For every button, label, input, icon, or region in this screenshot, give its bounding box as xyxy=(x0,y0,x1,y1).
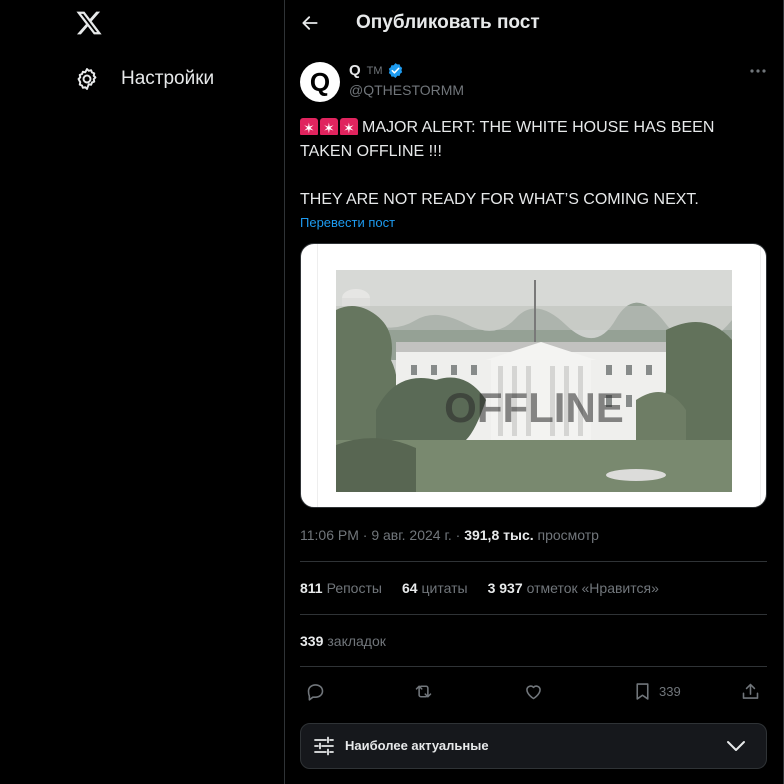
like-button[interactable] xyxy=(523,680,544,702)
translate-link[interactable]: Перевести пост xyxy=(300,215,395,230)
page-header: Опубликовать пост xyxy=(285,0,783,46)
bookmarks-stat[interactable]: 339 закладок xyxy=(300,633,386,649)
post-time[interactable]: 11:06 PM xyxy=(300,527,359,543)
media-edge xyxy=(317,244,318,507)
post-meta: 11:06 PM · 9 авг. 2024 г. · 391,8 тыс. п… xyxy=(300,527,599,543)
sidebar-item-settings[interactable]: Настройки xyxy=(74,66,214,92)
bookmark-icon xyxy=(636,682,649,700)
quotes-stat[interactable]: 64 цитаты xyxy=(402,580,468,596)
bookmark-button[interactable]: 339 xyxy=(632,680,681,702)
engagement-stats: 811 Репосты 64 цитаты 3 937 отметок «Нравит… xyxy=(300,580,659,596)
divider xyxy=(300,614,767,615)
reposts-stat[interactable]: 811 Репосты xyxy=(300,580,382,596)
author-tm: TM xyxy=(366,64,383,77)
media-edge xyxy=(760,244,761,507)
tune-icon xyxy=(314,736,334,756)
avatar[interactable]: Q xyxy=(300,62,340,102)
like-icon xyxy=(526,684,541,699)
media-overlay-text: OFFLINE xyxy=(444,384,624,431)
main-column: Опубликовать пост Q Q TM @QTHESTORMM MAJ… xyxy=(285,0,783,784)
verified-badge-icon xyxy=(388,63,402,78)
repost-button[interactable] xyxy=(413,680,434,702)
post-text: MAJOR ALERT: THE WHITE HOUSE HAS BEEN TA… xyxy=(300,116,740,212)
quotes-count: 64 xyxy=(401,580,418,596)
left-sidebar: Настройки xyxy=(0,0,284,784)
chevron-down-icon xyxy=(727,741,745,751)
page-title: Опубликовать пост xyxy=(356,12,540,33)
meta-sep: · xyxy=(455,527,465,543)
white-house-photo: OFFLINE xyxy=(336,270,732,492)
author-handle[interactable]: @QTHESTORMM xyxy=(349,82,464,98)
author-line: Q TM xyxy=(349,62,404,79)
reply-icon xyxy=(307,683,324,701)
share-icon xyxy=(742,683,759,699)
sort-label: Наиболее актуальные xyxy=(345,738,489,753)
post-text-line2: THEY ARE NOT READY FOR WHAT’S COMING NEX… xyxy=(300,191,699,208)
siren-icon xyxy=(300,116,358,140)
gear-icon xyxy=(77,68,97,90)
likes-count: 3 937 xyxy=(487,580,523,596)
sidebar-item-label: Настройки xyxy=(121,68,215,89)
author-name[interactable]: Q xyxy=(349,62,361,79)
post-media[interactable]: OFFLINE xyxy=(300,243,767,508)
reply-button[interactable] xyxy=(305,680,326,702)
back-arrow-icon[interactable] xyxy=(300,13,320,33)
x-logo-icon[interactable] xyxy=(74,9,104,37)
views-label: просмотр xyxy=(537,527,599,543)
action-bar: 339 xyxy=(300,680,767,704)
bookmarks-count: 339 xyxy=(300,633,324,649)
quotes-label: цитаты xyxy=(421,580,468,596)
share-button[interactable] xyxy=(740,680,761,702)
sort-replies-dropdown[interactable]: Наиболее актуальные xyxy=(300,723,767,769)
likes-label: отметок «Нравится» xyxy=(526,580,659,596)
reposts-count: 811 xyxy=(300,580,323,596)
more-icon[interactable] xyxy=(749,64,767,78)
repost-icon xyxy=(415,684,432,698)
divider xyxy=(300,561,767,562)
avatar-letter: Q xyxy=(309,66,331,97)
likes-stat[interactable]: 3 937 отметок «Нравится» xyxy=(488,580,659,596)
bookmarks-label: закладок xyxy=(327,633,386,649)
bookmark-count: 339 xyxy=(659,683,681,699)
post-date[interactable]: 9 авг. 2024 г. xyxy=(371,527,451,543)
reposts-label: Репосты xyxy=(326,580,382,596)
post-text-line1: MAJOR ALERT: THE WHITE HOUSE HAS BEEN TA… xyxy=(300,119,715,160)
photo-illustration: OFFLINE xyxy=(336,270,732,492)
divider xyxy=(300,666,767,667)
views-count: 391,8 тыс. xyxy=(464,527,534,543)
